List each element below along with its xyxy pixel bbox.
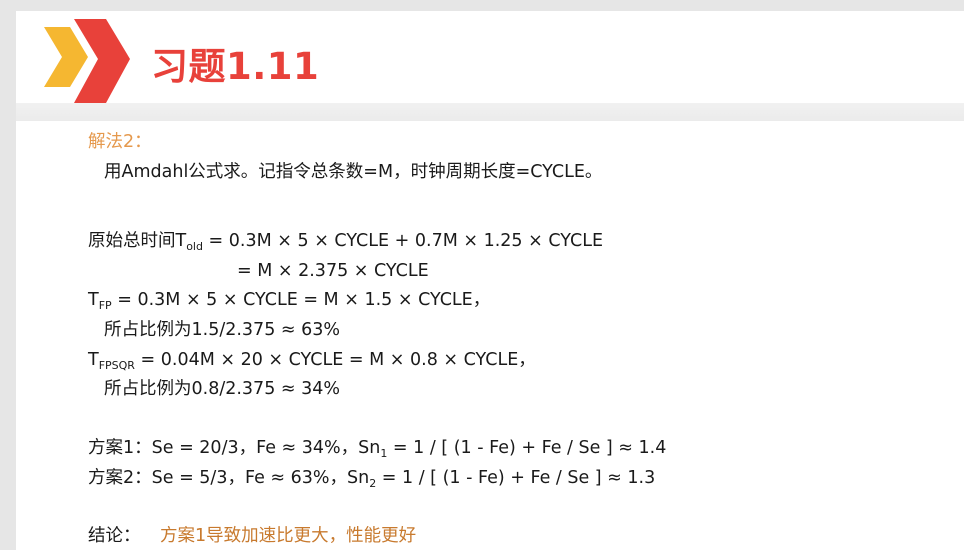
tfpsqr-prefix: T	[88, 350, 99, 370]
told-subscript: old	[186, 240, 203, 253]
tfpsqr-expression: = 0.04M × 20 × CYCLE = M × 0.8 × CYCLE，	[134, 350, 536, 370]
tfp-ratio: 所占比例为1.5/2.375 ≈ 63%	[104, 320, 341, 340]
intro-text: 用Amdahl公式求。记指令总条数=M，时钟周期长度=CYCLE。	[104, 162, 603, 182]
tfp-subscript: FP	[98, 299, 112, 312]
told-continuation: = M × 2.375 × CYCLE	[237, 261, 429, 281]
conclusion-label: 结论：	[88, 526, 141, 546]
told-expression: = 0.3M × 5 × CYCLE + 0.7M × 1.25 × CYCLE	[202, 231, 604, 251]
tfpsqr-subscript: FPSQR	[98, 359, 135, 372]
plan1-equation: 方案1：Se = 20/3，Fe ≈ 34%，Sn1 = 1 / [ (1 - …	[88, 436, 666, 460]
told-equation: 原始总时间Told = 0.3M × 5 × CYCLE + 0.7M × 1.…	[88, 229, 603, 253]
conclusion-text: 方案1导致加速比更大，性能更好	[160, 526, 417, 546]
told-prefix: 原始总时间T	[88, 231, 187, 251]
method-label: 解法2：	[88, 132, 152, 152]
plan1-text: 方案1：Se = 20/3，Fe ≈ 34%，Sn	[88, 438, 381, 458]
plan2-expression: = 1 / [ (1 - Fe) + Fe / Se ] ≈ 1.3	[376, 468, 656, 488]
plan2-equation: 方案2：Se = 5/3，Fe ≈ 63%，Sn2 = 1 / [ (1 - F…	[88, 466, 655, 490]
tfp-equation: TFP = 0.3M × 5 × CYCLE = M × 1.5 × CYCLE…	[88, 288, 490, 312]
plan1-expression: = 1 / [ (1 - Fe) + Fe / Se ] ≈ 1.4	[387, 438, 667, 458]
tfpsqr-ratio: 所占比例为0.8/2.375 ≈ 34%	[104, 379, 341, 399]
header-divider-bar	[16, 103, 964, 121]
tfp-expression: = 0.3M × 5 × CYCLE = M × 1.5 × CYCLE，	[111, 290, 491, 310]
page-title: 习题1.11	[151, 45, 320, 88]
slide-header: 习题1.11	[16, 11, 964, 103]
plan2-text: 方案2：Se = 5/3，Fe ≈ 63%，Sn	[88, 468, 370, 488]
double-chevron-icon	[44, 19, 130, 103]
slide: 习题1.11 解法2： 用Amdahl公式求。记指令总条数=M，时钟周期长度=C…	[16, 11, 964, 550]
tfp-prefix: T	[88, 290, 99, 310]
tfpsqr-equation: TFPSQR = 0.04M × 20 × CYCLE = M × 0.8 × …	[88, 348, 536, 372]
